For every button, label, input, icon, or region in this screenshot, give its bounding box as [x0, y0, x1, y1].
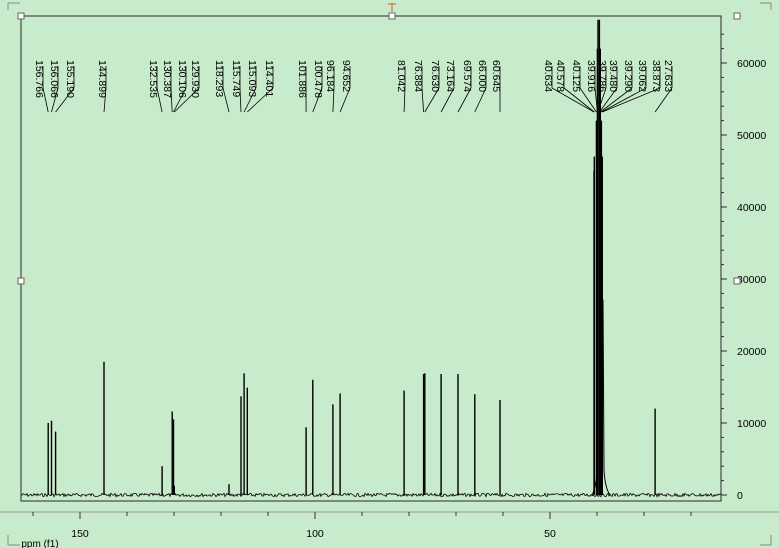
resize-handle[interactable] [733, 12, 741, 20]
y-tick-label: 10000 [737, 418, 766, 430]
peak-label-group: 156.766 156.066 155.190 144.899 132.535 130.3… [33, 60, 674, 113]
spectrum-baseline-noise [20, 492, 722, 498]
resize-handle[interactable] [17, 277, 25, 285]
y-tick-label: 20000 [737, 346, 766, 358]
nmr-spectrum-chart: 156.766 156.066 155.190 144.899 132.535 130.3… [0, 2, 779, 548]
y-tick-label: 50000 [737, 130, 766, 142]
x-axis-title: ppm (f1) [21, 539, 58, 548]
resize-handle[interactable] [17, 12, 25, 20]
x-axis: 150 100 50 ppm (f1) [21, 512, 692, 548]
resize-handle[interactable] [388, 12, 396, 20]
x-tick-label: 100 [306, 528, 324, 540]
x-tick-label: 50 [544, 528, 556, 540]
y-tick-label: 30000 [737, 274, 766, 286]
resize-handle[interactable] [733, 277, 741, 285]
peak-label-connector [222, 87, 230, 113]
y-tick-label: 0 [737, 490, 743, 502]
y-tick-label: 40000 [737, 202, 766, 214]
y-tick-label: 60000 [737, 58, 766, 70]
x-tick-label: 150 [71, 528, 89, 540]
selection-handles[interactable] [17, 3, 741, 285]
y-axis: 0 10000 20000 30000 40000 50000 60000 [720, 16, 766, 502]
